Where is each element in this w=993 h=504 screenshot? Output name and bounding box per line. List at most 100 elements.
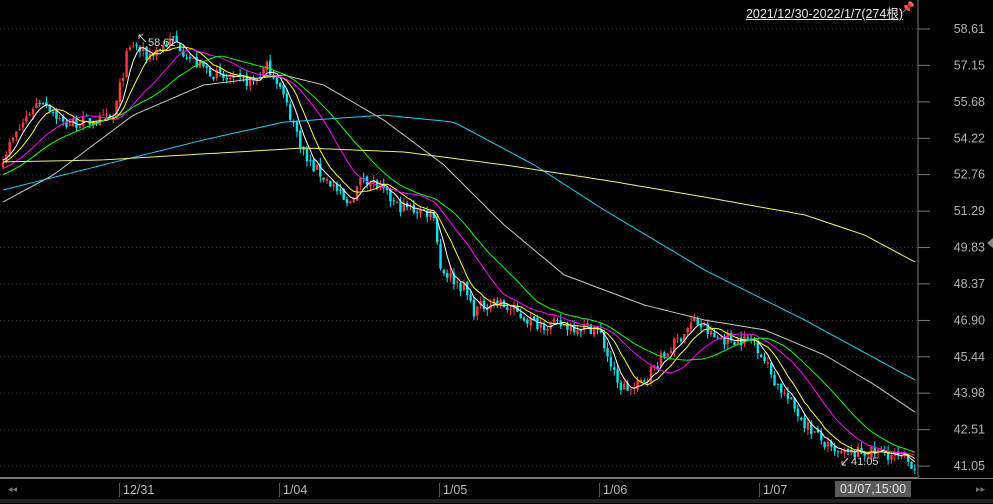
y-tick-label: 58.61 (954, 22, 985, 36)
candle-down (469, 294, 472, 301)
candle-up (456, 281, 459, 283)
candle-up (813, 431, 816, 433)
candle-up (15, 131, 18, 138)
candle-up (31, 108, 35, 115)
candle-up (623, 384, 626, 390)
y-tick-label: 43.98 (954, 386, 985, 400)
candle-down (339, 189, 342, 191)
candle-down (415, 212, 419, 214)
candle-up (1, 162, 5, 168)
candle-down (41, 102, 45, 104)
candle-up (783, 392, 786, 394)
candle-down (913, 468, 917, 470)
pin-icon[interactable]: 📌 (901, 1, 915, 14)
arrow-down-left-icon (841, 457, 849, 466)
candle-down (442, 270, 446, 274)
scrollbar[interactable] (0, 499, 993, 503)
candle-down (446, 273, 449, 278)
candle-down (833, 446, 836, 452)
candle-down (606, 347, 609, 357)
candle-down (733, 341, 736, 345)
candles (1, 30, 917, 474)
candle-up (806, 421, 810, 430)
candle-down (506, 307, 509, 310)
candle-down (205, 65, 208, 68)
candle-up (546, 329, 549, 331)
candle-up (576, 330, 579, 334)
candle-down (279, 82, 282, 87)
candle-up (826, 442, 830, 447)
scroll-left-icon[interactable]: ◂◂ (8, 484, 17, 495)
scroll-right-icon[interactable]: ▸▸ (976, 484, 985, 495)
candle-down (609, 356, 613, 367)
candle-down (776, 383, 780, 385)
candle-down (619, 382, 623, 391)
max-price-label: 58.61 (148, 37, 176, 49)
candle-down (208, 67, 212, 77)
ma-line-ma60 (2, 74, 916, 413)
candle-down (679, 338, 683, 342)
ma-line-ma120 (2, 114, 916, 381)
arrow-up-left-icon (138, 34, 147, 43)
candle-up (476, 306, 479, 316)
ma-line-ma30 (2, 55, 915, 453)
y-tick-label: 46.90 (954, 313, 985, 327)
candle-up (359, 177, 362, 185)
date-range-label[interactable]: 2021/12/30-2022/1/7(274根) (746, 3, 903, 22)
candle-up (666, 353, 669, 357)
candle-up (349, 201, 352, 204)
time-label: 1/06 (599, 483, 627, 497)
y-tick-label: 49.83 (954, 241, 985, 255)
time-label: 12/31 (119, 483, 154, 497)
candle-up (352, 199, 355, 202)
candle-down (496, 300, 499, 304)
candle-down (526, 319, 529, 324)
y-tick-label: 45.44 (954, 350, 985, 364)
candle-down (242, 76, 245, 78)
candlestick-chart[interactable]: 58.61 57.15 55.68 54.22 52.76 51.29 49.83 48.37… (0, 0, 993, 478)
candle-up (18, 128, 21, 130)
candle-down (803, 418, 806, 429)
ma-line-ma20 (2, 49, 915, 456)
time-label: 1/04 (279, 483, 307, 497)
candle-down (439, 243, 442, 269)
candle-down (212, 76, 215, 80)
candle-up (28, 113, 31, 116)
candle-up (21, 122, 25, 128)
candle-up (686, 328, 689, 333)
candle-down (542, 324, 546, 330)
candle-up (676, 337, 679, 339)
candle-down (770, 363, 773, 375)
candle-down (295, 121, 299, 132)
candle-down (55, 110, 58, 119)
candle-up (689, 322, 693, 330)
y-tick-label: 52.76 (954, 168, 985, 182)
candle-down (823, 442, 826, 448)
y-tick-label: 48.37 (954, 277, 985, 291)
cursor-time-label: 01/07,15:00 (835, 481, 912, 497)
candle-up (649, 366, 653, 383)
candle-down (836, 451, 840, 453)
candle-up (78, 126, 82, 128)
candle-down (713, 332, 716, 338)
candle-up (68, 124, 71, 126)
candle-down (345, 199, 349, 204)
candle-down (643, 380, 646, 382)
candle-down (790, 397, 793, 399)
candle-down (556, 319, 559, 321)
candle-down (399, 201, 402, 213)
candle-down (716, 337, 719, 339)
candle-down (763, 356, 766, 361)
candle-up (128, 47, 132, 50)
candle-up (509, 309, 512, 311)
candle-up (315, 164, 319, 170)
candle-up (122, 77, 125, 82)
candle-down (472, 299, 476, 317)
candle-down (392, 200, 395, 202)
candle-down (218, 68, 222, 73)
candle-down (756, 342, 760, 354)
candle-down (759, 354, 763, 358)
time-label: 1/05 (439, 483, 467, 497)
candle-up (105, 114, 108, 116)
ma-line-ma250 (2, 147, 916, 263)
